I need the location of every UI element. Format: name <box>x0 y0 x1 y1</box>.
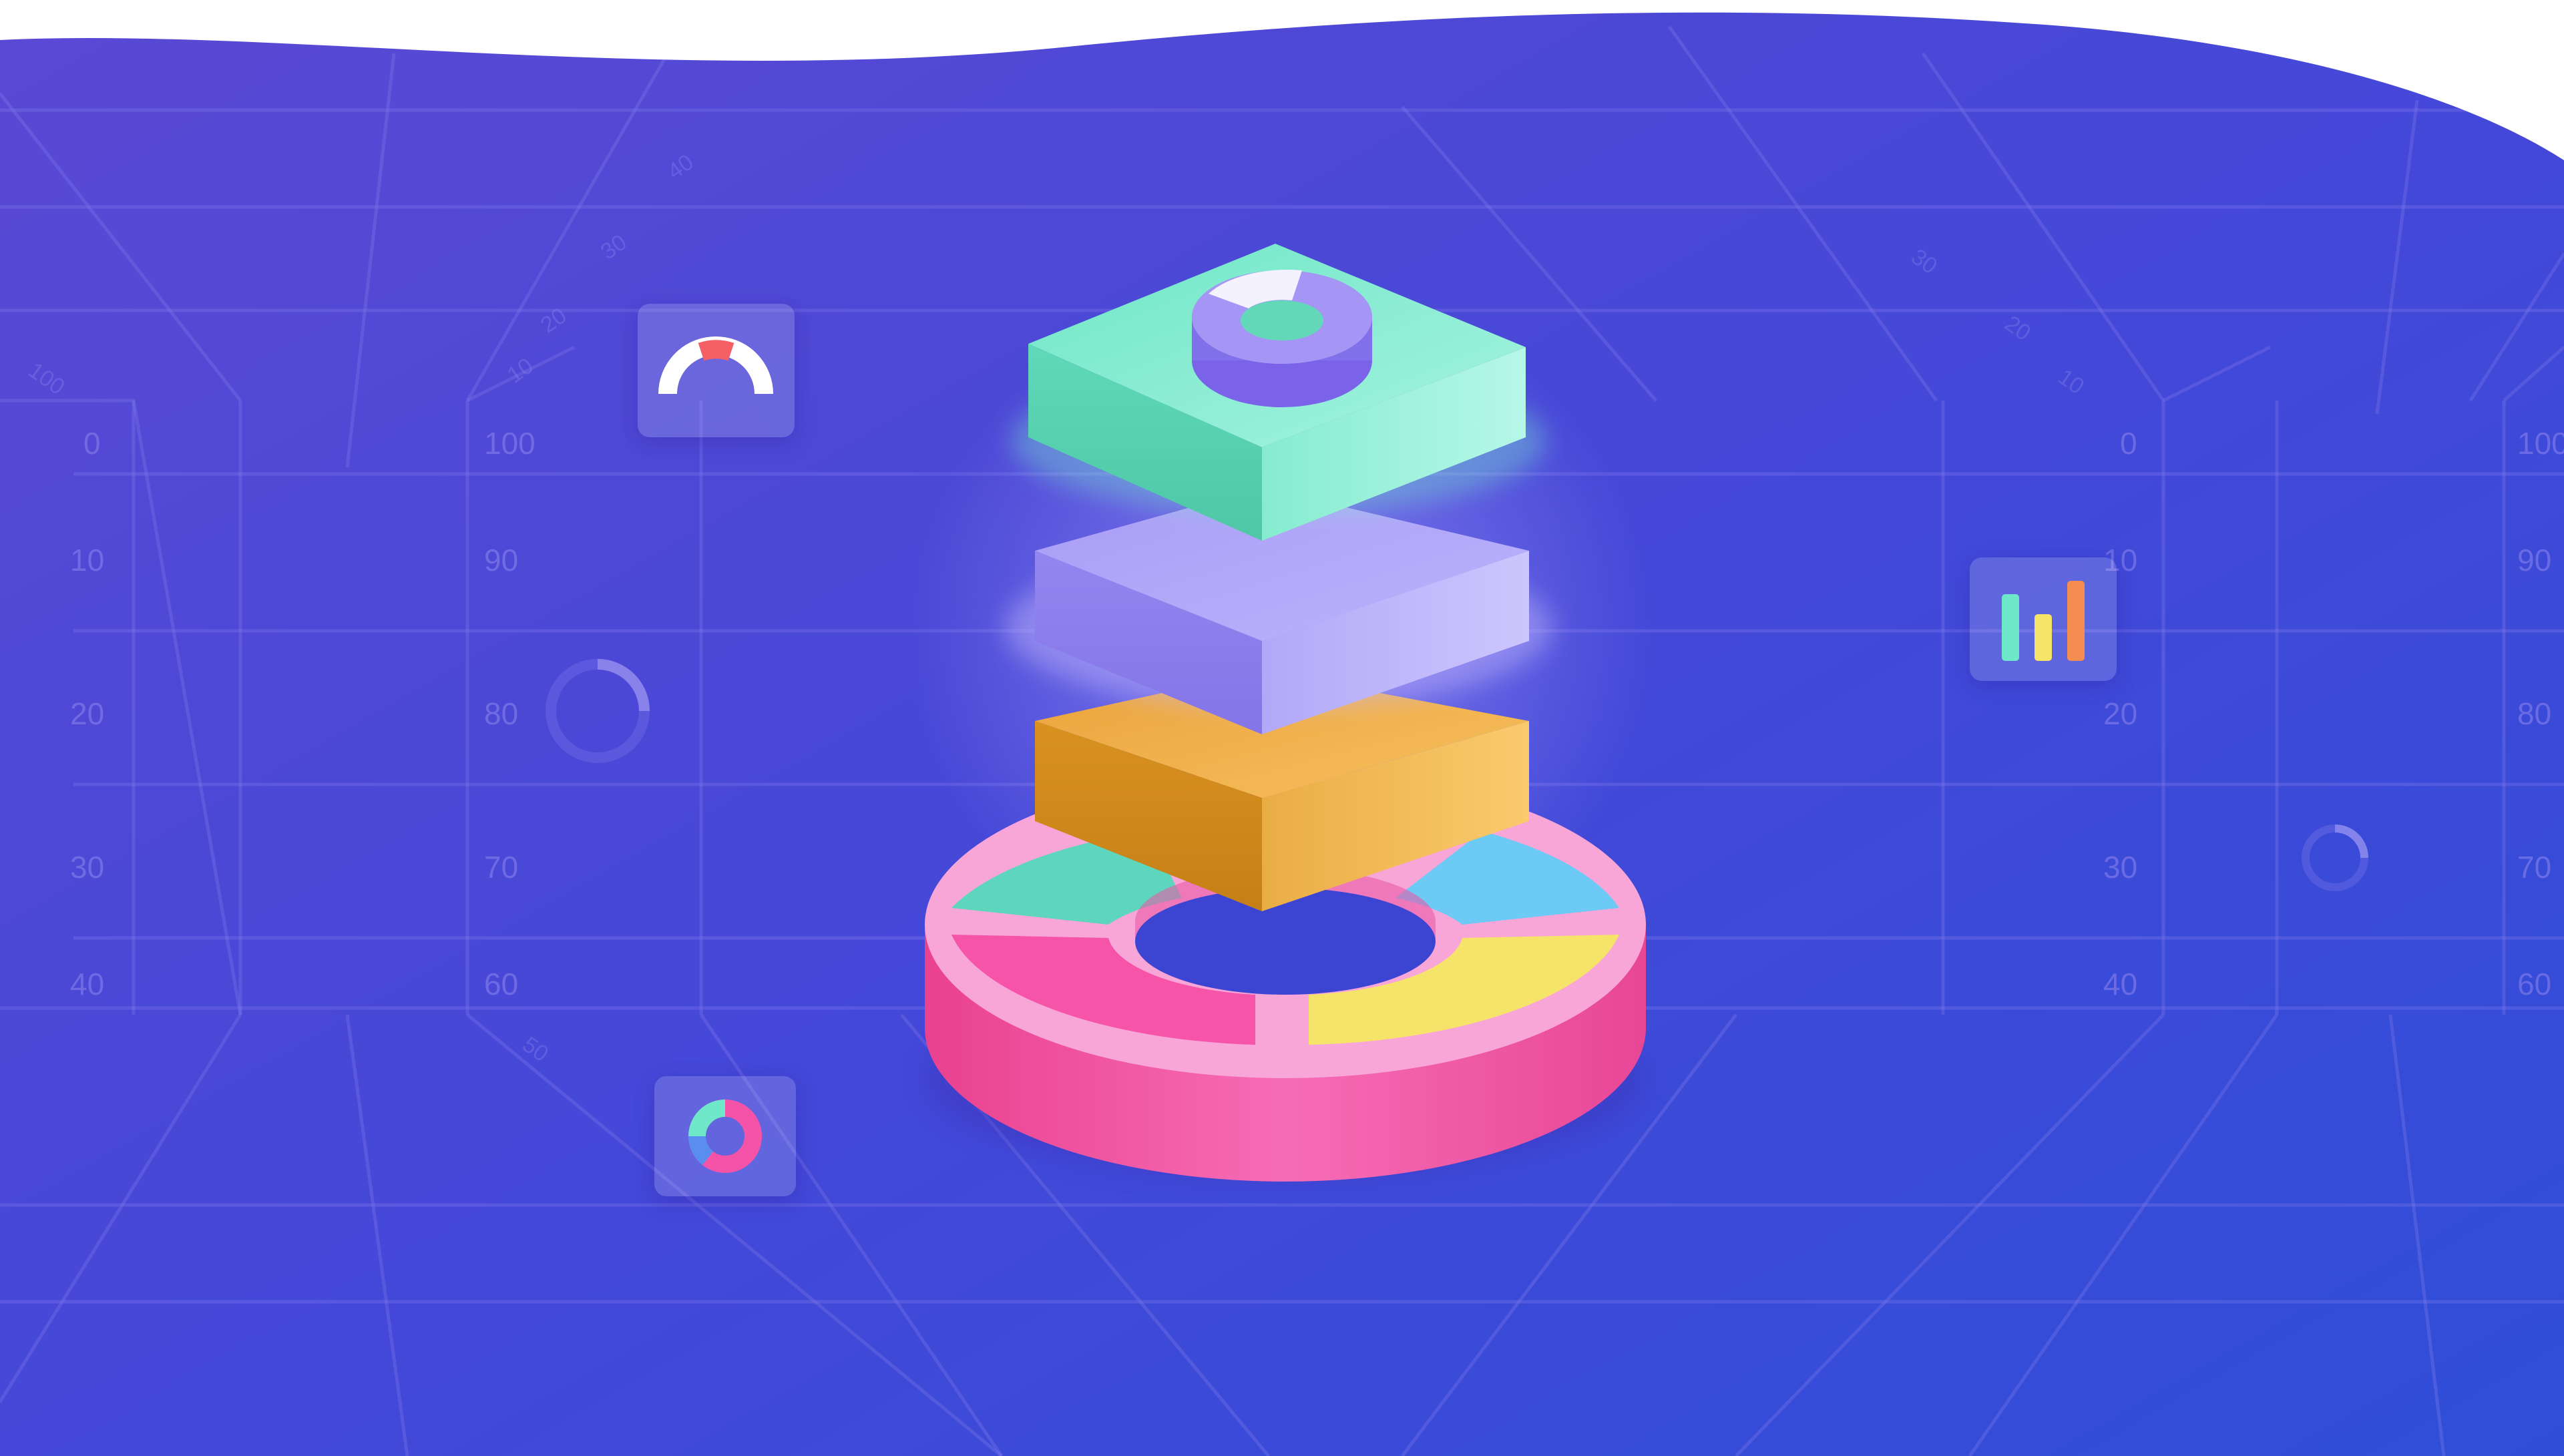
scale-label: 80 <box>484 696 518 731</box>
bar-chart-icon <box>2002 581 2085 661</box>
scale-label: 100 <box>484 426 536 461</box>
scale-label: 100 <box>2517 426 2564 461</box>
scale-label: 20 <box>2103 696 2137 731</box>
scale-label: 0 <box>2120 426 2137 461</box>
scale-label: 70 <box>2517 850 2551 885</box>
hero-illustration: 0 10 20 30 40 100 90 80 70 60 0 10 20 30… <box>0 0 2564 1456</box>
isometric-data-stack-scene: 0 10 20 30 40 100 90 80 70 60 0 10 20 30… <box>0 12 2564 1456</box>
donut-icon <box>688 1100 762 1173</box>
scale-label: 10 <box>70 543 104 577</box>
scale-label: 30 <box>2103 850 2137 885</box>
scale-label: 40 <box>2103 967 2137 1001</box>
scale-label: 60 <box>2517 967 2551 1001</box>
gauge-icon <box>658 336 773 395</box>
mini-donut-on-top <box>1192 270 1372 407</box>
scale-label: 40 <box>70 967 104 1001</box>
bar-chart-badge <box>1970 557 2117 681</box>
gauge-badge <box>638 304 795 437</box>
scale-label: 60 <box>484 967 518 1001</box>
scale-label: 30 <box>70 850 104 885</box>
donut-badge <box>654 1076 796 1196</box>
scale-label: 70 <box>484 850 518 885</box>
scale-label: 90 <box>2517 543 2551 577</box>
scale-label: 20 <box>70 696 104 731</box>
scale-label: 80 <box>2517 696 2551 731</box>
scale-label: 0 <box>83 426 101 461</box>
scale-label: 90 <box>484 543 518 577</box>
